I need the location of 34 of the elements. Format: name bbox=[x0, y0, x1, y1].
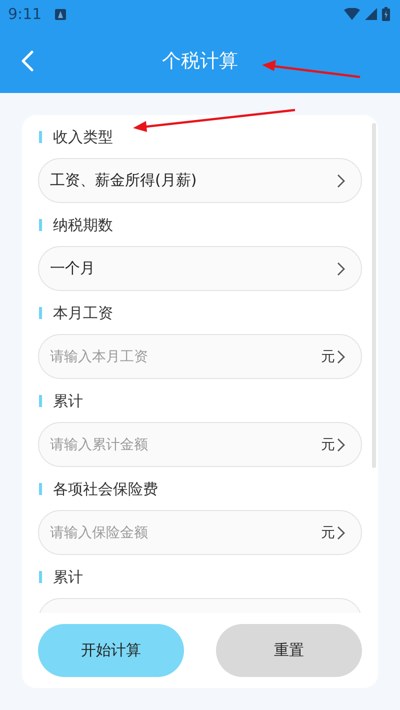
select-field[interactable]: 工资、薪金所得(月薪) bbox=[38, 158, 362, 203]
status-time: 9:11 bbox=[8, 5, 42, 23]
calculate-button[interactable]: 开始计算 bbox=[38, 624, 184, 677]
chevron-icon bbox=[337, 262, 345, 276]
field-label: 收入类型 bbox=[53, 128, 113, 146]
field-label: 累计 bbox=[53, 568, 83, 586]
unit-label: 元 bbox=[321, 436, 335, 454]
label-marker bbox=[39, 483, 42, 495]
field-label: 纳税期数 bbox=[53, 216, 113, 234]
label-marker bbox=[39, 571, 42, 583]
back-icon[interactable] bbox=[20, 50, 34, 72]
label-marker bbox=[39, 395, 42, 407]
notification-icon bbox=[54, 8, 66, 20]
field-label: 本月工资 bbox=[53, 304, 113, 322]
field-label: 各项社会保险费 bbox=[53, 480, 158, 498]
chevron-icon bbox=[337, 526, 345, 540]
label-marker bbox=[39, 307, 42, 319]
input-field[interactable]: 请输入本月工资 元 bbox=[38, 334, 362, 379]
label-marker bbox=[39, 131, 42, 143]
reset-button[interactable]: 重置 bbox=[216, 624, 362, 677]
field-label: 累计 bbox=[53, 392, 83, 410]
page-title: 个税计算 bbox=[162, 49, 238, 74]
chevron-icon bbox=[337, 350, 345, 364]
input-field[interactable]: 请输入累计金额 元 bbox=[38, 422, 362, 467]
chevron-icon bbox=[337, 174, 345, 188]
input-field[interactable]: 请输入保险金额 元 bbox=[38, 510, 362, 555]
chevron-icon bbox=[337, 438, 345, 452]
wifi-icon bbox=[344, 8, 360, 20]
unit-label: 元 bbox=[321, 524, 335, 542]
select-field[interactable]: 一个月 bbox=[38, 246, 362, 291]
unit-label: 元 bbox=[321, 348, 335, 366]
signal-icon bbox=[365, 8, 377, 20]
label-marker bbox=[39, 219, 42, 231]
battery-icon bbox=[382, 7, 390, 21]
